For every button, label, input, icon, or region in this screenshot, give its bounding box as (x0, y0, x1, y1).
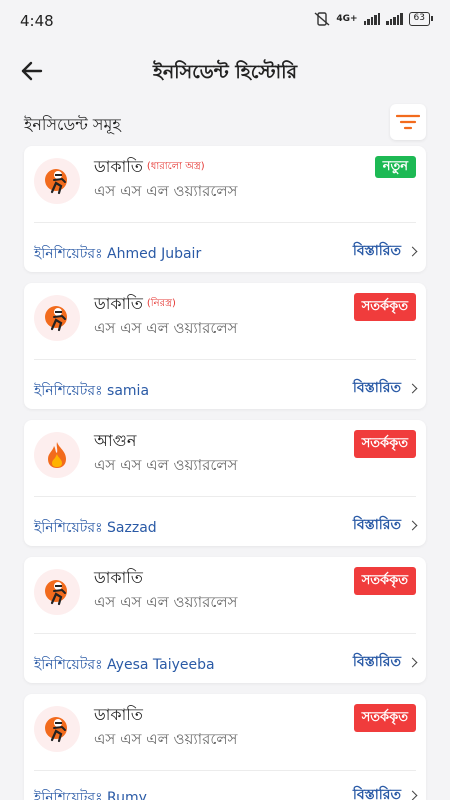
robbery-icon (34, 569, 80, 615)
incident-type-label: ডাকাতি (94, 157, 143, 176)
incident-type-label: ডাকাতি (94, 294, 143, 313)
initiator-label: ইনিশিয়েটরঃ Sazzad (34, 520, 157, 536)
divider (34, 359, 416, 360)
divider (34, 633, 416, 634)
incident-card[interactable]: ডাকাতি এস এস এল ওয়্যারলেস সতর্ককৃত ইনিশ… (24, 694, 426, 800)
incident-type: ডাকাতি (ধারালো অস্ত্র) (94, 154, 205, 181)
incident-company: এস এস এল ওয়্যারলেস (94, 730, 238, 748)
network-type: 4G+ (336, 14, 358, 24)
incident-type-label: আগুন (94, 431, 137, 450)
signal-icon-2 (386, 13, 403, 25)
incident-card[interactable]: ডাকাতি (নিরস্ত্র) এস এস এল ওয়্যারলেস সতর… (24, 283, 426, 409)
divider (34, 496, 416, 497)
initiator-label: ইনিশিয়েটরঃ Ahmed Jubair (34, 246, 202, 262)
filter-icon (396, 114, 420, 130)
robbery-icon (34, 706, 80, 752)
details-label: বিস্তারিত (352, 517, 401, 533)
section-title: ইনসিডেন্ট সমূহ (24, 115, 121, 134)
initiator-label: ইনিশিয়েটরঃ Ayesa Taiyeeba (34, 657, 215, 673)
status-badge: সতর্ককৃত (353, 430, 416, 458)
signal-icon (363, 13, 381, 25)
incident-card[interactable]: ডাকাতি (ধারালো অস্ত্র) এস এস এল ওয়্যারলে… (24, 146, 426, 272)
status-badge: নতুন (374, 156, 416, 178)
initiator-label: ইনিশিয়েটরঃ Rumy (34, 790, 147, 800)
incident-card[interactable]: ডাকাতি এস এস এল ওয়্যারলেস সতর্ককৃত ইনিশ… (24, 557, 426, 683)
chevron-right-icon (407, 520, 418, 530)
incident-type: ডাকাতি (94, 702, 147, 729)
fire-icon (34, 432, 80, 478)
chevron-right-icon (407, 790, 418, 800)
initiator-label: ইনিশিয়েটরঃ samia (34, 383, 150, 399)
status-badge: সতর্ককৃত (353, 293, 416, 321)
vibrate-off-icon (314, 12, 330, 26)
status-icons: 4G+ 63 (314, 12, 434, 26)
status-badge: সতর্ককৃত (353, 567, 416, 595)
battery-icon: 63 (408, 12, 434, 26)
details-label: বিস্তারিত (352, 654, 401, 670)
incident-card[interactable]: আগুন এস এস এল ওয়্যারলেস সতর্ককৃত ইনিশিয… (24, 420, 426, 546)
incident-subtype: (ধারালো অস্ত্র) (146, 161, 205, 172)
page-title: ইনসিডেন্ট হিস্টোরি (152, 61, 298, 83)
details-label: বিস্তারিত (352, 380, 401, 396)
divider (34, 222, 416, 223)
robbery-icon (34, 295, 80, 341)
app-bar: ইনসিডেন্ট হিস্টোরি (0, 42, 450, 100)
status-bar: 4:48 4G+ 63 (0, 0, 450, 42)
incident-company: এস এস এল ওয়্যারলেস (94, 456, 238, 474)
incident-subtype: (নিরস্ত্র) (146, 298, 176, 309)
incident-company: এস এস এল ওয়্যারলেস (94, 182, 238, 200)
robbery-icon (34, 158, 80, 204)
status-time: 4:48 (20, 12, 54, 30)
details-label: বিস্তারিত (352, 243, 401, 259)
status-badge: সতর্ককৃত (353, 704, 416, 732)
chevron-right-icon (407, 657, 418, 667)
incident-type-label: ডাকাতি (94, 705, 143, 724)
details-link[interactable]: বিস্তারিত (352, 239, 418, 263)
details-link[interactable]: বিস্তারিত (352, 650, 418, 674)
chevron-right-icon (407, 246, 418, 256)
incident-company: এস এস এল ওয়্যারলেস (94, 319, 238, 337)
incident-type: ডাকাতি (নিরস্ত্র) (94, 291, 176, 318)
divider (34, 770, 416, 771)
chevron-right-icon (407, 383, 418, 393)
details-link[interactable]: বিস্তারিত (352, 513, 418, 537)
incident-type-label: ডাকাতি (94, 568, 143, 587)
incident-type: আগুন (94, 428, 140, 455)
details-link[interactable]: বিস্তারিত (352, 783, 418, 800)
section-header: ইনসিডেন্ট সমূহ (24, 104, 426, 140)
incident-company: এস এস এল ওয়্যারলেস (94, 593, 238, 611)
incident-type: ডাকাতি (94, 565, 147, 592)
filter-button[interactable] (390, 104, 426, 140)
details-link[interactable]: বিস্তারিত (352, 376, 418, 400)
details-label: বিস্তারিত (352, 787, 401, 800)
